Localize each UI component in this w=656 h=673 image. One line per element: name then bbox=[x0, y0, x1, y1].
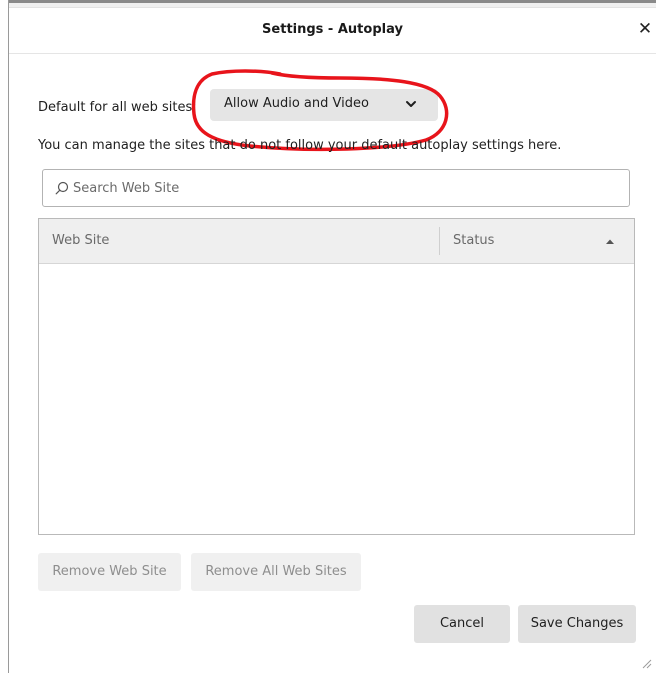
search-icon bbox=[55, 181, 69, 195]
autoplay-settings-dialog: Settings - Autoplay ✕ Default for all we… bbox=[0, 0, 656, 673]
default-autoplay-select[interactable]: Allow Audio and Video bbox=[210, 89, 438, 121]
table-header: Web Site Status bbox=[39, 219, 634, 264]
search-box[interactable] bbox=[42, 169, 630, 207]
resize-grip-icon[interactable] bbox=[640, 657, 652, 669]
dialog-titlebar: Settings - Autoplay ✕ bbox=[9, 8, 656, 54]
sort-ascending-icon bbox=[606, 239, 614, 244]
remove-all-web-sites-button[interactable]: Remove All Web Sites bbox=[191, 553, 361, 591]
close-button[interactable]: ✕ bbox=[634, 18, 656, 40]
remove-web-site-button[interactable]: Remove Web Site bbox=[38, 553, 181, 591]
sites-table: Web Site Status bbox=[38, 218, 635, 535]
window-left-edge bbox=[0, 0, 9, 673]
default-setting-label: Default for all web sites: bbox=[38, 100, 197, 115]
chevron-down-icon bbox=[406, 101, 416, 107]
column-header-website[interactable]: Web Site bbox=[52, 233, 109, 248]
autoplay-description: You can manage the sites that do not fol… bbox=[38, 138, 562, 153]
save-changes-button[interactable]: Save Changes bbox=[518, 605, 636, 643]
window-accent-bar bbox=[0, 0, 656, 3]
cancel-button[interactable]: Cancel bbox=[414, 605, 510, 643]
column-header-status[interactable]: Status bbox=[453, 233, 494, 248]
window-top-edge bbox=[0, 0, 656, 8]
column-divider[interactable] bbox=[439, 227, 440, 255]
search-input[interactable] bbox=[73, 178, 613, 198]
close-icon: ✕ bbox=[637, 19, 653, 39]
dialog-title: Settings - Autoplay bbox=[262, 22, 403, 37]
default-autoplay-selected-value: Allow Audio and Video bbox=[224, 96, 369, 111]
